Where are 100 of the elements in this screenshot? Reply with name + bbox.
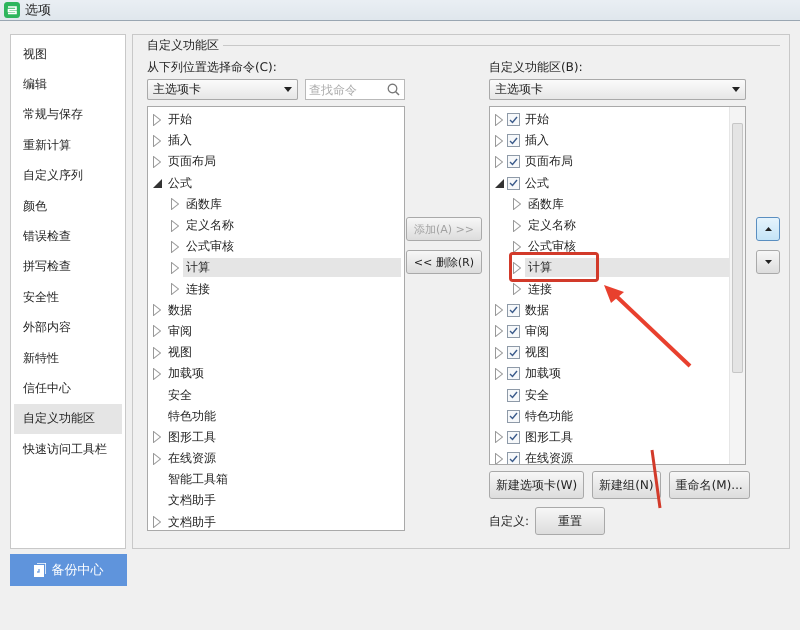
tree-item[interactable]: 图形工具	[493, 428, 576, 447]
tree-item[interactable]: 安全	[151, 386, 195, 405]
tree-item[interactable]: 定义名称	[511, 216, 579, 236]
collapsed-arrow-icon[interactable]	[153, 368, 161, 380]
expanded-arrow-icon[interactable]	[494, 178, 504, 188]
checkbox[interactable]	[507, 388, 520, 402]
tree-item[interactable]: 审阅	[493, 322, 552, 341]
checkbox[interactable]	[507, 304, 520, 317]
checkbox[interactable]	[507, 324, 520, 338]
tree-item[interactable]: 视图	[493, 343, 552, 362]
tree-item[interactable]: 智能工具箱	[151, 470, 231, 490]
collapsed-arrow-icon[interactable]	[495, 304, 503, 316]
collapsed-arrow-icon[interactable]	[171, 240, 179, 253]
tree-item[interactable]: 连接	[169, 280, 213, 299]
tree-item[interactable]: 数据	[151, 300, 195, 320]
sidebar-item[interactable]: 自定义序列	[14, 160, 122, 191]
sidebar-item[interactable]: 视图	[14, 39, 122, 70]
move-down-button[interactable]	[756, 250, 780, 274]
collapsed-arrow-icon[interactable]	[153, 452, 161, 465]
collapsed-arrow-icon[interactable]	[153, 134, 161, 147]
tree-item[interactable]: 定义名称	[169, 216, 237, 236]
collapsed-arrow-icon[interactable]	[513, 220, 521, 232]
collapsed-arrow-icon[interactable]	[513, 283, 521, 296]
tree-item[interactable]: 审阅	[151, 322, 195, 341]
collapsed-arrow-icon[interactable]	[171, 283, 179, 296]
collapsed-arrow-icon[interactable]	[153, 431, 161, 444]
tree-item[interactable]: 在线资源	[493, 449, 576, 464]
tree-item[interactable]: 安全	[493, 386, 552, 405]
checkbox[interactable]	[507, 430, 520, 444]
tree-item[interactable]: 函数库	[511, 194, 567, 214]
collapsed-arrow-icon[interactable]	[153, 325, 161, 338]
scrollbar[interactable]	[729, 107, 745, 464]
ribbon-button[interactable]: 新建选项卡(W)	[489, 471, 584, 499]
checkbox[interactable]	[507, 113, 520, 126]
tree-item[interactable]: 特色功能	[151, 406, 219, 426]
collapsed-arrow-icon[interactable]	[495, 134, 503, 147]
reset-button[interactable]: 重置	[535, 507, 606, 535]
checkbox[interactable]	[507, 367, 520, 380]
collapsed-arrow-icon[interactable]	[153, 304, 161, 316]
checkbox[interactable]	[507, 452, 520, 464]
collapsed-arrow-icon[interactable]	[495, 346, 503, 359]
collapsed-arrow-icon[interactable]	[513, 240, 521, 253]
sidebar-item[interactable]: 新特性	[14, 342, 122, 374]
checkbox[interactable]	[507, 410, 520, 423]
collapsed-arrow-icon[interactable]	[171, 198, 179, 210]
expanded-arrow-icon[interactable]	[152, 178, 162, 188]
checkbox[interactable]	[507, 346, 520, 360]
ribbon-button[interactable]: 重命名(M)...	[668, 471, 750, 499]
sidebar-item[interactable]: 颜色	[14, 190, 122, 222]
sidebar-item[interactable]: 拼写检查	[14, 252, 122, 282]
tree-item[interactable]: 页面布局	[151, 152, 219, 172]
search-field[interactable]: 查找命令	[305, 79, 405, 100]
sidebar-item[interactable]: 自定义功能区	[14, 404, 122, 434]
collapsed-arrow-icon[interactable]	[171, 262, 179, 274]
tree-item[interactable]: 加载项	[151, 364, 207, 384]
tree-item[interactable]: 公式审核	[169, 237, 237, 256]
tree-item[interactable]: 文档助手	[151, 491, 219, 510]
collapsed-arrow-icon[interactable]	[153, 156, 161, 168]
sidebar-item[interactable]: 编辑	[14, 69, 122, 100]
tree-item[interactable]: 数据	[493, 300, 552, 320]
tree-item[interactable]: 在线资源	[151, 449, 219, 468]
collapsed-arrow-icon[interactable]	[495, 452, 503, 464]
ribbon-dropdown[interactable]: 主选项卡	[489, 79, 746, 100]
collapsed-arrow-icon[interactable]	[171, 220, 179, 232]
collapsed-arrow-icon[interactable]	[513, 262, 521, 274]
collapsed-arrow-icon[interactable]	[495, 156, 503, 168]
remove-button[interactable]: << 删除(R)	[406, 250, 482, 274]
tree-item[interactable]: 视图	[151, 343, 195, 362]
tree-item[interactable]: 特色功能	[493, 406, 576, 426]
collapsed-arrow-icon[interactable]	[153, 114, 161, 126]
tree-item[interactable]: 开始	[151, 110, 195, 130]
checkbox[interactable]	[507, 134, 520, 148]
collapsed-arrow-icon[interactable]	[495, 431, 503, 444]
ribbon-button[interactable]: 新建组(N)	[592, 471, 661, 499]
sidebar-item[interactable]: 错误检查	[14, 221, 122, 252]
tree-item[interactable]: 图形工具	[151, 428, 219, 447]
collapsed-arrow-icon[interactable]	[153, 346, 161, 359]
tree-item[interactable]: 连接	[511, 280, 555, 299]
sidebar-item[interactable]: 外部内容	[14, 312, 122, 343]
sidebar-item[interactable]: 信任中心	[14, 373, 122, 404]
collapsed-arrow-icon[interactable]	[513, 198, 521, 210]
collapsed-arrow-icon[interactable]	[153, 516, 161, 528]
tree-item[interactable]: 插入	[151, 131, 195, 150]
tree-item[interactable]: 公式审核	[511, 237, 579, 256]
collapsed-arrow-icon[interactable]	[495, 114, 503, 126]
sidebar-item[interactable]: 安全性	[14, 282, 122, 313]
checkbox[interactable]	[507, 176, 520, 190]
sidebar-item[interactable]: 常规与保存	[14, 100, 122, 130]
sidebar-item[interactable]: 重新计算	[14, 130, 122, 161]
tree-item[interactable]: 函数库	[169, 194, 225, 214]
tree-item[interactable]: 文档助手	[151, 512, 219, 530]
tree-item[interactable]: 插入	[493, 131, 552, 150]
tree-item[interactable]: 页面布局	[493, 152, 576, 172]
collapsed-arrow-icon[interactable]	[495, 368, 503, 380]
tree-item[interactable]: 公式	[151, 174, 195, 193]
tree-item[interactable]: 开始	[493, 110, 552, 130]
move-up-button[interactable]	[756, 217, 780, 241]
collapsed-arrow-icon[interactable]	[495, 325, 503, 338]
tree-item[interactable]: 公式	[493, 174, 552, 193]
tree-item[interactable]: 加载项	[493, 364, 564, 384]
